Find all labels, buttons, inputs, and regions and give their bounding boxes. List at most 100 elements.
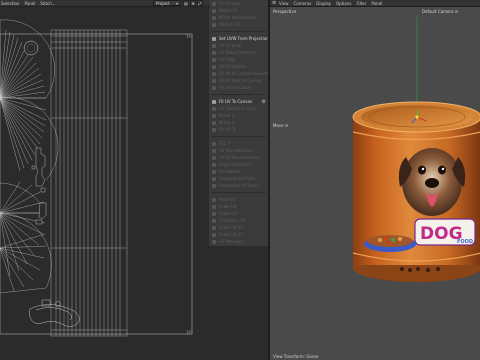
menu-panel[interactable]: Panel xyxy=(24,1,35,6)
uv-tool-item[interactable]: Mirror Horizontally xyxy=(209,14,268,21)
uv-tools-empty-area xyxy=(209,246,269,360)
uv-tool-item[interactable]: UV Normalization xyxy=(209,147,268,154)
uv-tool-label: Mirror U xyxy=(219,113,235,118)
food-bowl xyxy=(364,235,416,252)
tool-icon xyxy=(212,218,216,223)
uv-tool-item[interactable]: Fit UV To Canvas ⚙ xyxy=(209,98,268,105)
camera-label[interactable]: Default Camera ⟳ xyxy=(422,9,458,14)
uv-tool-item[interactable]: Flip Y xyxy=(209,140,268,147)
tool-icon xyxy=(212,155,216,160)
menu-display[interactable]: Display xyxy=(316,1,331,6)
uv-tool-label: UV Island Count xyxy=(219,85,251,90)
uv-tool-item[interactable]: Set UVW From Projection⚙ xyxy=(209,35,268,42)
tool-icon xyxy=(212,15,216,20)
uv-tool-item[interactable]: UV Islands to Grid xyxy=(209,105,268,112)
uv-editor-panel: Selection Panel Stitch... Project ▾ ▤ ⊕ … xyxy=(0,0,209,360)
tool-icon xyxy=(212,78,216,83)
uv-tool-label: UV Unwrap xyxy=(219,43,242,48)
dog-food-logo: DOG FOOD xyxy=(414,218,476,246)
project-select[interactable]: Project ▾ xyxy=(153,0,181,6)
uv-tool-item[interactable]: Mirror V xyxy=(209,119,268,126)
uv-tool-item[interactable]: Fit Canvas xyxy=(209,0,268,7)
project-select-value: Project xyxy=(156,0,170,6)
uv-island-bottom-disc xyxy=(0,181,52,294)
uv-tool-label: Scale UV xyxy=(219,211,237,216)
uv-tool-label: Fit Canvas xyxy=(219,1,240,6)
uv-canvas[interactable]: 1 1 xyxy=(0,8,209,360)
uv-tool-label: Transform UV xyxy=(219,218,246,223)
uv-tool-label: UV Manager xyxy=(219,239,244,244)
uv-tool-item[interactable]: Fit UV to Canvas Bounds xyxy=(209,70,268,77)
tool-icon xyxy=(212,8,216,13)
tool-icon xyxy=(212,22,216,27)
tool-icon xyxy=(212,71,216,76)
uv-tool-item[interactable]: Scale UV xyxy=(209,210,268,217)
menu-selection[interactable]: Selection xyxy=(1,1,19,6)
tool-icon xyxy=(212,141,216,146)
uv-tool-item[interactable]: Fit UV To xyxy=(209,126,268,133)
uv-tool-label: Fit UV To xyxy=(219,127,237,132)
tool-icon xyxy=(212,183,216,188)
uv-tool-label: Mirror V xyxy=(219,120,235,125)
uv-tool-item[interactable]: Stretch UV xyxy=(209,21,268,28)
uv-island-round xyxy=(23,40,39,56)
chevron-down-icon: ▾ xyxy=(175,1,178,6)
uv-tool-item[interactable]: Straighten xyxy=(209,168,268,175)
uv-tool-item[interactable]: UV Island Count xyxy=(209,84,268,91)
tool-icon xyxy=(212,169,216,174)
fullscreen-icon[interactable]: ⤢ xyxy=(197,0,203,6)
tool-icon xyxy=(212,113,216,118)
uv-mesh-drawing xyxy=(0,19,193,337)
uv-tool-item[interactable]: UV Straighten xyxy=(209,63,268,70)
uv-tool-item[interactable]: UV Manager xyxy=(209,238,268,245)
menu-stitch[interactable]: Stitch... xyxy=(40,1,55,6)
hamburger-menu-icon[interactable]: ≡ xyxy=(272,0,279,6)
tool-icon xyxy=(212,64,216,69)
gear-icon[interactable]: ⚙ xyxy=(262,99,266,105)
zoom-icon[interactable]: ⊕ xyxy=(190,0,196,6)
uv-tool-item[interactable]: Scale UV XY xyxy=(209,231,268,238)
uv-island-side-strip xyxy=(50,29,128,337)
tool-icon xyxy=(212,85,216,90)
tool-icon xyxy=(212,176,216,181)
uv-tool-item[interactable]: UV Align xyxy=(209,56,268,63)
tool-icon xyxy=(212,36,216,41)
menu-options[interactable]: Options xyxy=(336,1,351,6)
tool-icon xyxy=(212,197,216,202)
uv-corner-value-top: 1 xyxy=(186,34,189,39)
uv-tool-item[interactable]: Relax UV xyxy=(209,7,268,14)
tool-icon xyxy=(212,106,216,111)
tool-icon xyxy=(212,57,216,62)
uv-tool-label: Mirror Horizontally xyxy=(219,15,256,20)
tool-separator xyxy=(211,189,266,193)
uv-tool-item[interactable]: Scale UV xyxy=(209,203,268,210)
uv-tool-label: UV Relax Preserve xyxy=(219,50,256,55)
uv-tool-label: Snapshot to Pixels xyxy=(219,176,256,181)
uv-tool-item[interactable]: Mirror U xyxy=(209,112,268,119)
menu-view[interactable]: View xyxy=(279,1,289,6)
uv-tool-item[interactable]: UV Unwrap xyxy=(209,42,268,49)
viewport-menubar: ≡ View Cameras Display Options Filter Pa… xyxy=(270,0,480,7)
menu-filter[interactable]: Filter xyxy=(356,1,366,6)
uv-tool-label: Scale UV XY xyxy=(219,232,244,237)
menu-cameras[interactable]: Cameras xyxy=(294,1,312,6)
uv-tool-item[interactable]: Transform UV xyxy=(209,217,268,224)
dog-food-can: DOG FOOD xyxy=(352,101,480,282)
uv-tool-item[interactable]: UV Re-Normalization xyxy=(209,154,268,161)
menu-panel[interactable]: Panel xyxy=(371,1,382,6)
uv-tool-item[interactable]: Fit UV Rect to Canvas xyxy=(209,77,268,84)
tool-icon xyxy=(212,232,216,237)
uv-tool-label: Flip Y xyxy=(219,141,230,146)
layout-icon[interactable]: ▤ xyxy=(183,0,189,6)
uv-tool-label: Align Horizontal xyxy=(219,162,251,167)
uv-tool-item[interactable]: Align Horizontal xyxy=(209,161,268,168)
viewport-3d[interactable]: ≡ View Cameras Display Options Filter Pa… xyxy=(269,0,480,360)
uv-tool-item[interactable]: Pack UV xyxy=(209,196,268,203)
uv-tool-item[interactable]: Snapshot to Pixels xyxy=(209,175,268,182)
uv-tool-item[interactable]: UV Relax Preserve xyxy=(209,49,268,56)
uv-tool-label: Stretch UV xyxy=(219,22,241,27)
logo-food-text: FOOD xyxy=(457,239,473,245)
uv-tool-item[interactable]: Resolution UV Scale xyxy=(209,182,268,189)
uv-tool-item[interactable]: Scale UV XY xyxy=(209,224,268,231)
perspective-label[interactable]: Perspective xyxy=(273,9,296,14)
